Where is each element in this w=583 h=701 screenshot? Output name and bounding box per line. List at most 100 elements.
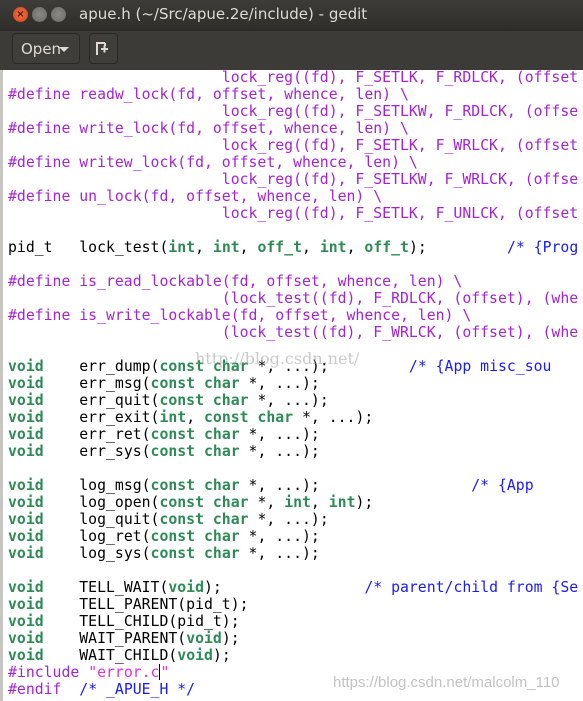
text-editor[interactable]: lock_reg((fd), F_SETLK, F_RDLCK, (offset… <box>8 69 578 698</box>
code-token: void <box>8 392 44 409</box>
code-token: , <box>239 239 258 256</box>
code-token: , <box>195 239 213 256</box>
code-token: lock_reg((fd), F_SETLK, F_RDLCK, (offset <box>8 69 579 86</box>
code-token: pid_t lock_test( <box>8 239 169 256</box>
code-line: void err_ret(const char *, ...); <box>8 426 578 443</box>
code-token: /* {App <box>471 477 534 494</box>
code-token: #include <box>8 664 89 681</box>
code-line: #define writew_lock(fd, offset, whence, … <box>8 154 578 171</box>
code-token: void <box>8 426 44 443</box>
code-token: err_msg( <box>43 375 151 392</box>
code-token: void <box>8 630 44 647</box>
code-token: #define writew_lock(fd, offset, whence, … <box>8 154 418 171</box>
code-line: pid_t lock_test(int, int, off_t, int, of… <box>8 239 578 256</box>
code-line: (lock_test((fd), F_WRLCK, (offset), (whe <box>8 324 578 341</box>
code-line: void TELL_WAIT(void); /* parent/child fr… <box>8 579 578 596</box>
code-token: #define is_read_lockable(fd, offset, whe… <box>8 273 463 290</box>
code-token: *, ...); <box>248 511 329 528</box>
toolbar: Open <box>0 30 583 70</box>
code-token: /* {App misc_sou <box>408 358 552 375</box>
code-token: log_msg( <box>43 477 151 494</box>
code-token: void <box>8 375 44 392</box>
title-bar: × apue.h (~/Src/apue.2e/include) - gedit <box>0 0 583 30</box>
code-token: int <box>319 239 347 256</box>
code-token: const char <box>159 358 249 375</box>
code-token: lock_reg((fd), F_SETLK, F_WRLCK, (offset <box>8 137 579 154</box>
code-token: void <box>186 630 222 647</box>
code-token: "error.c <box>88 664 160 681</box>
code-token: , <box>186 409 205 426</box>
code-token: ); <box>355 494 374 511</box>
code-token: const char <box>150 477 240 494</box>
code-token: void <box>8 494 44 511</box>
code-token: const char <box>204 409 294 426</box>
code-token: , <box>302 239 320 256</box>
code-token: const char <box>150 545 240 562</box>
code-token: void <box>177 647 213 664</box>
open-button[interactable]: Open <box>12 33 80 64</box>
code-line: void err_sys(const char *, ...); <box>8 443 578 460</box>
code-token: void <box>8 647 44 664</box>
code-token: TELL_PARENT(pid_t); <box>43 596 249 613</box>
code-token: #define is_write_lockable(fd, offset, wh… <box>8 307 472 324</box>
code-token: void <box>8 511 44 528</box>
code-token: void <box>8 613 44 630</box>
code-token: log_open( <box>43 494 160 511</box>
code-token: void <box>8 409 44 426</box>
maximize-window-button[interactable] <box>51 7 66 22</box>
code-token: int <box>284 494 311 511</box>
code-token: ); <box>204 579 365 596</box>
code-token: void <box>8 443 44 460</box>
code-line: lock_reg((fd), F_SETLKW, F_RDLCK, (offse <box>8 103 578 120</box>
code-token: ); <box>212 647 231 664</box>
code-token: *, ...); <box>239 443 320 460</box>
minimize-window-button[interactable] <box>32 7 47 22</box>
code-token: void <box>8 579 44 596</box>
code-token: void <box>8 528 44 545</box>
code-token: const char <box>159 494 249 511</box>
code-token: log_ret( <box>43 528 151 545</box>
code-token: off_t <box>257 239 303 256</box>
code-token: *, ...); <box>239 426 320 443</box>
code-token: void <box>8 596 44 613</box>
new-tab-button[interactable] <box>89 33 118 64</box>
code-token: ); <box>221 630 240 647</box>
new-document-icon <box>96 42 108 55</box>
code-token: #define write_lock(fd, offset, whence, l… <box>8 120 409 137</box>
code-token: ); <box>408 239 507 256</box>
code-token: int <box>328 494 356 511</box>
code-token: err_dump( <box>43 358 160 375</box>
code-token: lock_reg((fd), F_SETLK, F_UNLCK, (offset <box>8 205 579 222</box>
code-token: void <box>168 579 204 596</box>
code-token: *, ...); <box>293 409 374 426</box>
code-token: const char <box>150 443 240 460</box>
code-token: , <box>310 494 329 511</box>
code-line: void TELL_CHILD(pid_t); <box>8 613 578 630</box>
code-token: log_quit( <box>43 511 160 528</box>
code-token: int <box>212 239 240 256</box>
code-line: lock_reg((fd), F_SETLKW, F_WRLCK, (offse <box>8 171 578 188</box>
code-line: void log_msg(const char *, ...); /* {App <box>8 477 578 494</box>
code-token: *, ...); <box>239 477 472 494</box>
code-token: const char <box>159 392 249 409</box>
code-token: /* _APUE_H */ <box>79 681 196 698</box>
code-token: WAIT_CHILD( <box>43 647 178 664</box>
code-token: TELL_WAIT( <box>43 579 169 596</box>
code-token: *, ...); <box>239 545 320 562</box>
code-token: (lock_test((fd), F_WRLCK, (offset), (whe <box>8 324 579 341</box>
code-token: int <box>159 409 187 426</box>
close-window-button[interactable]: × <box>13 7 28 22</box>
code-token: #define readw_lock(fd, offset, whence, l… <box>8 86 409 103</box>
code-line: #define is_write_lockable(fd, offset, wh… <box>8 307 578 324</box>
code-line: #define is_read_lockable(fd, offset, whe… <box>8 273 578 290</box>
code-line: lock_reg((fd), F_SETLK, F_WRLCK, (offset <box>8 137 578 154</box>
code-token: err_ret( <box>43 426 151 443</box>
code-token: WAIT_PARENT( <box>43 630 187 647</box>
code-token: *, ...); <box>248 392 329 409</box>
code-token: #define un_lock(fd, offset, whence, len)… <box>8 188 383 205</box>
code-line: void err_dump(const char *, ...); /* {Ap… <box>8 358 578 375</box>
code-line: void WAIT_PARENT(void); <box>8 630 578 647</box>
code-token: err_quit( <box>43 392 160 409</box>
window-title: apue.h (~/Src/apue.2e/include) - gedit <box>79 5 368 23</box>
